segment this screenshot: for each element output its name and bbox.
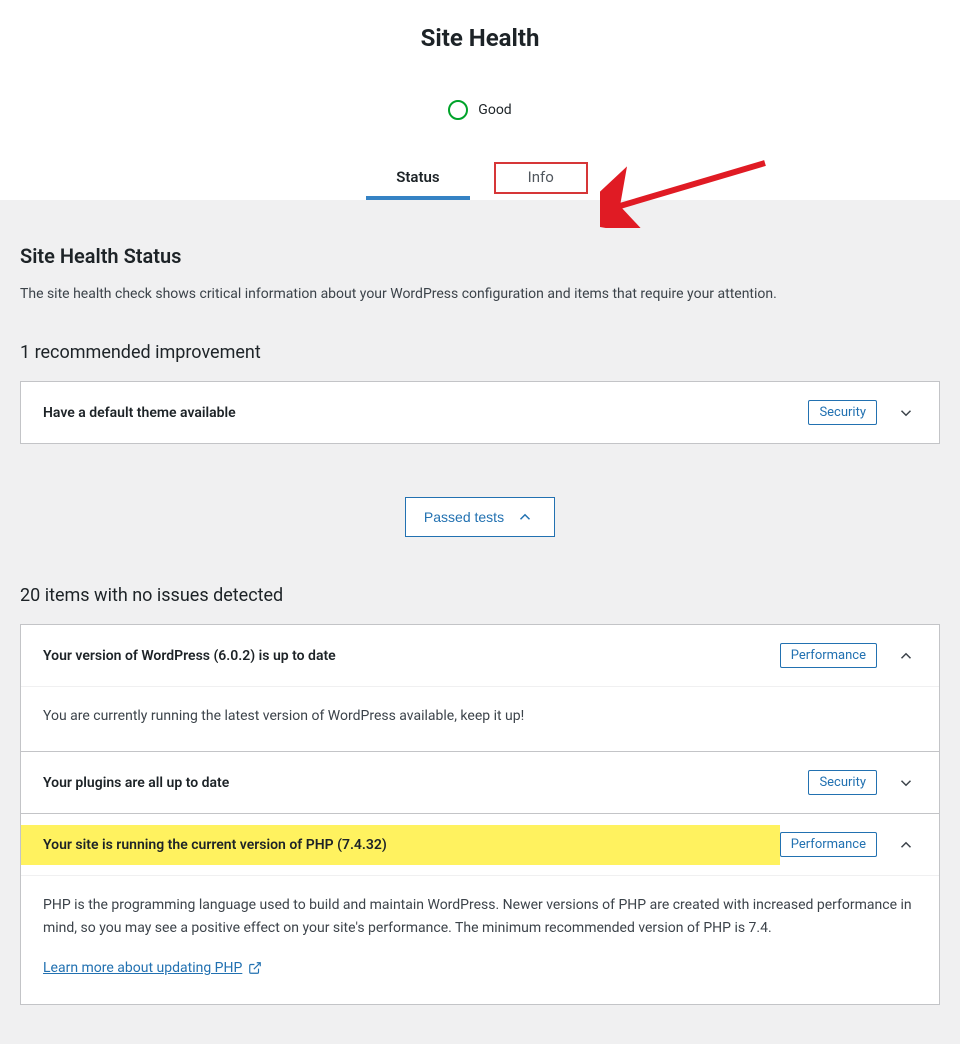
chevron-up-icon	[895, 645, 917, 667]
issue-card: Your plugins are all up to date Security	[20, 751, 940, 814]
tab-status[interactable]: Status	[366, 156, 469, 200]
issue-body-text: PHP is the programming language used to …	[43, 897, 912, 935]
content: Site Health Status The site health check…	[0, 200, 960, 1044]
chevron-down-icon	[895, 402, 917, 424]
gauge-label: Good	[478, 102, 511, 118]
no-issues-heading: 20 items with no issues detected	[20, 585, 940, 606]
badge-security: Security	[808, 400, 877, 425]
issue-card-header[interactable]: Your version of WordPress (6.0.2) is up …	[21, 625, 939, 686]
chevron-down-icon	[895, 772, 917, 794]
issue-card-header[interactable]: Your site is running the current version…	[21, 814, 939, 875]
external-link-icon	[248, 961, 262, 975]
issue-card: Your site is running the current version…	[20, 813, 940, 1004]
gauge-circle-icon	[448, 100, 468, 120]
issue-title: Your plugins are all up to date	[43, 775, 808, 791]
chevron-up-icon	[895, 834, 917, 856]
issue-body-text: You are currently running the latest ver…	[43, 708, 524, 724]
issue-card-header[interactable]: Your plugins are all up to date Security	[21, 752, 939, 813]
badge-security: Security	[808, 770, 877, 795]
tab-info-label: Info	[528, 168, 554, 186]
learn-more-link[interactable]: Learn more about updating PHP	[43, 957, 262, 979]
issue-title: Your version of WordPress (6.0.2) is up …	[43, 648, 780, 664]
issue-body: You are currently running the latest ver…	[21, 686, 939, 751]
passed-tests-button[interactable]: Passed tests	[405, 497, 555, 537]
passed-tests-label: Passed tests	[424, 509, 504, 525]
badge-performance: Performance	[780, 643, 877, 668]
chevron-up-icon	[514, 506, 536, 528]
tab-status-label: Status	[396, 168, 439, 186]
issue-body: PHP is the programming language used to …	[21, 875, 939, 1003]
issue-title: Have a default theme available	[43, 405, 808, 421]
tabs: Status Info	[0, 156, 960, 200]
section-heading: Site Health Status	[20, 244, 940, 268]
issue-card: Your version of WordPress (6.0.2) is up …	[20, 624, 940, 752]
issue-card-header[interactable]: Have a default theme available Security	[21, 382, 939, 443]
health-gauge: Good	[0, 100, 960, 120]
improvements-heading: 1 recommended improvement	[20, 342, 940, 363]
header: Site Health Good Status Info	[0, 0, 960, 200]
badge-performance: Performance	[780, 832, 877, 857]
section-description: The site health check shows critical inf…	[20, 286, 940, 302]
page-title: Site Health	[0, 24, 960, 52]
learn-more-label: Learn more about updating PHP	[43, 957, 242, 979]
issue-card: Have a default theme available Security	[20, 381, 940, 444]
tab-info[interactable]: Info	[488, 156, 594, 200]
issue-title: Your site is running the current version…	[21, 825, 780, 865]
